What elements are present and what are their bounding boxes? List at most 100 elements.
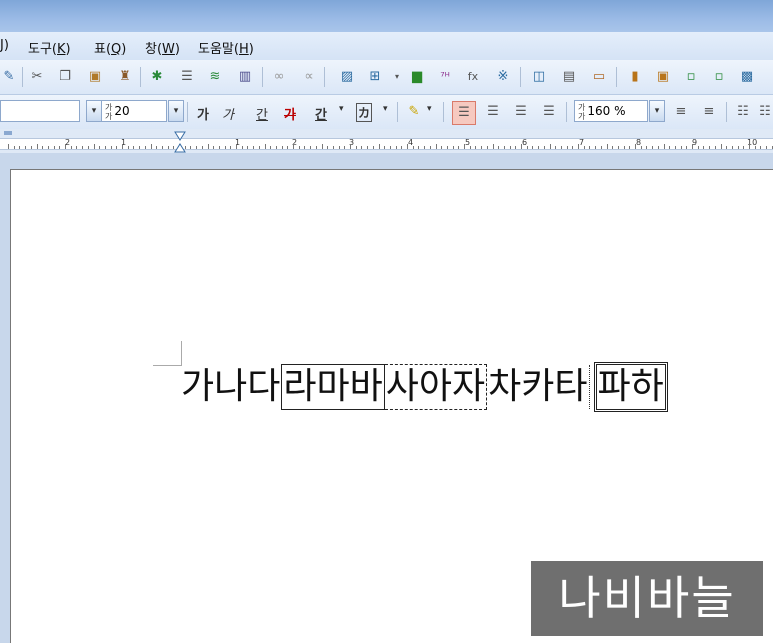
- left-align-icon[interactable]: ☰: [484, 103, 502, 121]
- shape-icon[interactable]: ≋: [206, 68, 224, 86]
- font-size-field[interactable]: 가 가 20: [101, 100, 167, 122]
- ruler-tick: [760, 146, 762, 149]
- menu-item-window[interactable]: 창(W): [145, 38, 180, 57]
- ruler-tick: [498, 146, 500, 149]
- menu-item-table[interactable]: 표(Q): [94, 38, 126, 57]
- italic-button[interactable]: 가: [222, 104, 234, 123]
- line-spacing-icon: 가가: [578, 102, 586, 121]
- header-icon[interactable]: ▫: [682, 68, 700, 86]
- char-shade-button[interactable]: カ: [356, 103, 373, 122]
- numbered-list-icon[interactable]: ☷: [758, 103, 772, 121]
- chart-icon[interactable]: ▆: [408, 68, 426, 86]
- table-dropdown-icon[interactable]: ▾: [388, 68, 406, 86]
- menu-item-help[interactable]: 도움말(H): [198, 38, 254, 57]
- paragraph-icon[interactable]: ☰: [178, 68, 196, 86]
- unlink-icon[interactable]: ∝: [300, 68, 318, 86]
- note-icon[interactable]: ▩: [738, 68, 756, 86]
- ruler-tick: [275, 146, 277, 149]
- presentation-icon[interactable]: ▣: [654, 68, 672, 86]
- highlight-dropdown[interactable]: ▾: [427, 104, 432, 114]
- ruler-tick: [361, 146, 363, 149]
- ruler-tick: [350, 144, 351, 149]
- memo-icon[interactable]: ▤: [560, 68, 578, 86]
- ruler-tick: [560, 146, 562, 149]
- cut-icon[interactable]: ✂: [28, 68, 46, 86]
- font-color-button[interactable]: 간: [315, 104, 327, 123]
- underline-button[interactable]: 간: [256, 104, 268, 123]
- justify-align-icon[interactable]: ☰: [452, 101, 476, 125]
- ruler-tick: [464, 144, 465, 149]
- ruler-tick: [572, 146, 574, 149]
- dashed-border-text: 사아자: [384, 364, 488, 410]
- ruler[interactable]: 2 1 1 2 3 4 5 6 7 8 9 10: [0, 129, 773, 154]
- bookmark-icon[interactable]: ▮: [626, 68, 644, 86]
- right-align-icon[interactable]: ☰: [540, 103, 558, 121]
- ruler-tick: [492, 144, 494, 149]
- indent-marker-icon[interactable]: [174, 131, 186, 153]
- ruler-tick: [458, 146, 460, 149]
- ruler-tick: [418, 146, 420, 149]
- ruler-tick: [743, 146, 745, 149]
- font-name-field[interactable]: [0, 100, 80, 122]
- ruler-tick: [247, 146, 249, 149]
- page-icon[interactable]: ▭: [590, 68, 608, 86]
- table-icon[interactable]: ⊞: [366, 68, 384, 86]
- ruler-tick: [287, 146, 289, 149]
- ruler-tick: [122, 144, 123, 149]
- decrease-spacing-icon[interactable]: ≡: [700, 103, 718, 121]
- ruler-tick: [241, 146, 243, 149]
- strikethrough-button[interactable]: 가: [284, 104, 296, 123]
- copy-icon[interactable]: ❐: [56, 68, 74, 86]
- ruler-tick: [583, 146, 585, 149]
- ruler-tick: [543, 146, 545, 149]
- ruler-tick: [196, 146, 198, 149]
- menu-item-partial[interactable]: J): [0, 38, 9, 53]
- menu-item-tools[interactable]: 도구(K): [28, 38, 71, 57]
- font-size-dropdown[interactable]: ▾: [168, 100, 184, 122]
- ruler-tick: [218, 146, 220, 149]
- ruler-tick: [612, 146, 614, 149]
- font-color-dropdown[interactable]: ▾: [339, 104, 344, 114]
- highlight-icon[interactable]: ✎: [405, 103, 423, 121]
- toolbar-separator: [140, 67, 141, 87]
- ruler-tick: [281, 146, 283, 149]
- toolbar-separator: [262, 67, 263, 87]
- paste-icon[interactable]: ▣: [86, 68, 104, 86]
- menu-bar: J) 도구(K) 표(Q) 창(W) 도움말(H): [0, 32, 773, 60]
- columns-icon[interactable]: ▥: [236, 68, 254, 86]
- ruler-tick: [452, 146, 454, 149]
- left-margin-marker[interactable]: [4, 131, 12, 135]
- bold-button[interactable]: 가: [197, 104, 209, 123]
- textbox-icon[interactable]: ◫: [530, 68, 548, 86]
- solid-border-text: 라마바: [281, 364, 385, 410]
- ruler-tick: [144, 146, 146, 149]
- ruler-tick: [25, 146, 27, 149]
- ruler-tick: [515, 146, 517, 149]
- toolbar-separator: [397, 102, 398, 122]
- ruler-tick: [435, 144, 437, 149]
- font-name-dropdown[interactable]: ▾: [86, 100, 102, 122]
- increase-spacing-icon[interactable]: ≡: [672, 103, 690, 121]
- open-icon[interactable]: ✎: [0, 68, 18, 86]
- ruler-tick: [59, 146, 61, 149]
- picture-icon[interactable]: ▨: [338, 68, 356, 86]
- ruler-tick: [754, 146, 756, 149]
- center-align-icon[interactable]: ☰: [512, 103, 530, 121]
- ruler-tick: [766, 146, 768, 149]
- ruler-tick: [104, 146, 106, 149]
- format-painter-icon[interactable]: ♜: [116, 68, 134, 86]
- symbol-icon[interactable]: ※: [494, 68, 512, 86]
- char-shade-dropdown[interactable]: ▾: [383, 104, 388, 114]
- ruler-tick: [617, 146, 619, 149]
- link-icon[interactable]: ∞: [270, 68, 288, 86]
- ruler-tick: [646, 146, 648, 149]
- bullet-list-icon[interactable]: ☷: [734, 103, 752, 121]
- formula-icon[interactable]: fx: [464, 68, 482, 86]
- style-icon[interactable]: ✱: [148, 68, 166, 86]
- line-spacing-dropdown[interactable]: ▾: [649, 100, 665, 122]
- ruler-tick: [652, 146, 654, 149]
- document-text-line[interactable]: 가나다 라마바 사아자 차카타 파하: [180, 362, 668, 412]
- char-map-icon[interactable]: ⁷ᴴ: [436, 68, 454, 86]
- line-spacing-field[interactable]: 가 가 160 %: [574, 100, 648, 122]
- footer-icon[interactable]: ▫: [710, 68, 728, 86]
